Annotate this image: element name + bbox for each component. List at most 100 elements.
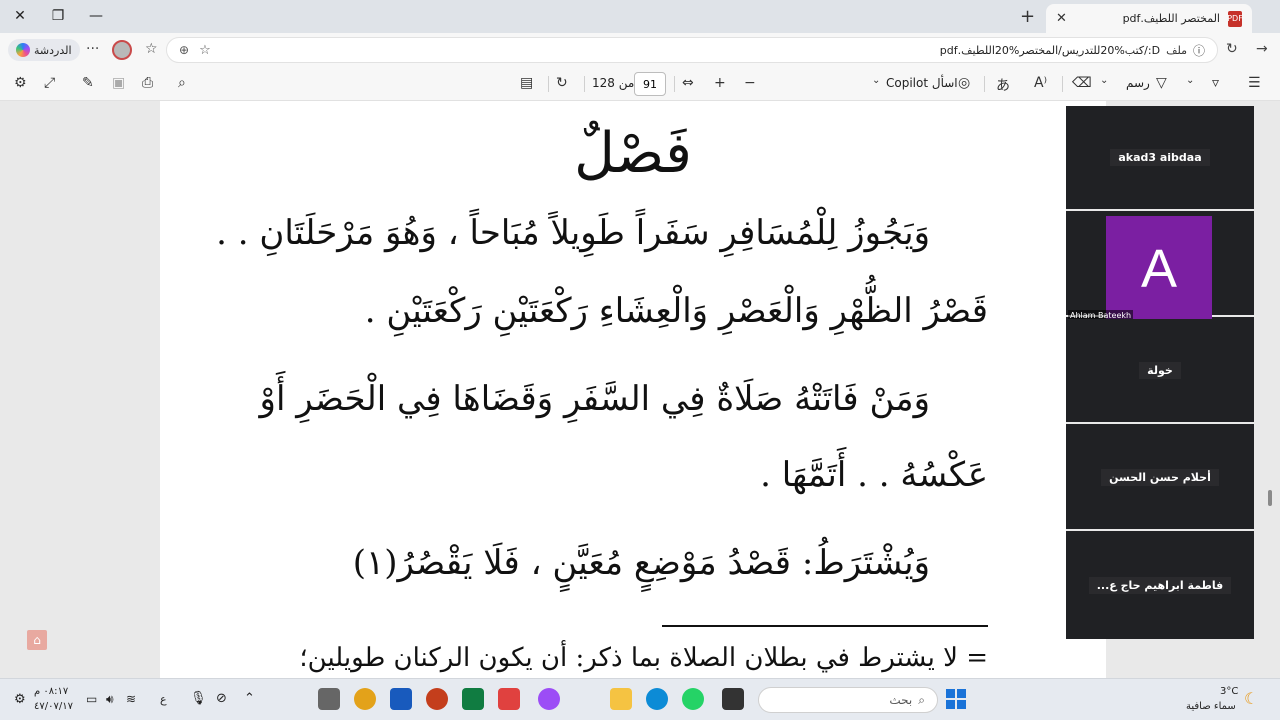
text-line: قَصْرُ الظُّهْرِ وَالْعَصْرِ وَالْعِشَاء… [364,291,988,331]
pdf-icon: PDF [1227,10,1243,27]
tab-title: المختصر اللطيف.pdf [1122,12,1220,25]
weather-temp[interactable]: 3°C [1220,686,1238,697]
footnote-divider [662,625,988,627]
copilot-icon: ◎ [958,75,971,91]
participant-tile[interactable]: فاطمة ابراهيم حاج ع... [1066,533,1254,638]
copilot-app-icon[interactable] [538,688,560,710]
copilot-icon [16,43,30,57]
chevron-down-icon[interactable]: ⌄ [872,75,880,86]
bookmark-star-icon[interactable]: ☆ [199,43,211,58]
page-number-input[interactable]: 91 [634,72,666,96]
powerpoint-icon[interactable] [426,688,448,710]
contents-icon[interactable]: ☰ [1248,75,1261,91]
battery-icon[interactable]: ▭ [86,692,97,706]
draw-button[interactable]: رسم [1126,76,1150,90]
pdf-app-icon: ⌂ [27,630,47,650]
participant-name: akad3 aibdaa [1110,149,1210,166]
rotate-icon[interactable]: ↻ [556,75,568,91]
participant-tile[interactable]: akad3 aibdaa [1066,106,1254,211]
chevron-down-icon[interactable]: ⌄ [1100,75,1108,86]
settings-app-icon[interactable] [318,688,340,710]
profile-avatar[interactable] [112,40,132,60]
page-view-icon[interactable]: ▤ [520,75,533,91]
new-tab-icon[interactable]: + [1020,6,1035,27]
copilot-ask-button[interactable]: اسأل Copilot [886,76,958,90]
zoom-out-button[interactable]: − [744,75,756,91]
weather-moon-icon[interactable]: ☾ [1244,689,1258,708]
zoom-app-icon[interactable] [498,688,520,710]
pdf-toolbar: ⚙ ⤢ ✎ ▣ ⎙ ⌕ ▤ ↻ من 128 91 ⇔ + − ⌄ اسأل C… [0,67,1280,101]
chat-label: الدردشة [34,43,72,57]
taskbar: ٠٨:١٧ م ٤٧/٠٧/١٧ ⚙ ▭ 🔊︎ ≋ ع 🎙︎ ⊘ ⌃ ⌕ بحث… [0,678,1280,720]
address-row: الدردشة ··· ☆ ⓘ ملف D:/كتب%20للتدريس/الم… [0,33,1280,67]
search-icon[interactable]: ⌕ [178,75,186,91]
save-icon[interactable]: ▣ [112,75,125,91]
favorites-icon[interactable]: ☆ [145,41,158,57]
fullscreen-icon[interactable]: ⤢ [44,75,55,91]
participant-avatar: A [1106,216,1212,321]
search-placeholder: بحث [889,693,913,707]
address-bar[interactable]: ⓘ ملف D:/كتب%20للتدريس/المختصر%20اللطيف.… [166,37,1218,63]
volume-icon[interactable]: 🔊︎ [106,692,114,707]
text-line: وَيُشْتَرَطُ: قَصْدُ مَوْضِعٍ مُعَيَّنٍ … [352,543,930,583]
fit-width-icon[interactable]: ⇔ [682,75,694,91]
browser-tab[interactable]: PDF المختصر اللطيف.pdf ✕ [1046,4,1252,33]
chrome-icon[interactable] [354,688,376,710]
chat-button[interactable]: الدردشة [8,39,80,61]
language-indicator[interactable]: ع [160,693,167,706]
draw-icon[interactable]: ▽ [1156,75,1167,91]
text-line: وَمَنْ فَاتَتْهُ صَلَاةٌ فِي السَّفَرِ و… [259,379,930,419]
clock-time[interactable]: ٠٨:١٧ م [34,686,68,697]
text-line: عَكْسُهُ . . أَتَمَّهَا . [760,455,988,495]
chevron-down-icon[interactable]: ⌄ [1186,75,1194,86]
participants-panel: akad3 aibdaa A Ahlam Bateekh خولة أحلام … [1066,106,1254,639]
participant-tile[interactable]: خولة [1066,319,1254,424]
print-icon[interactable]: ⎙ [142,75,153,91]
excel-icon[interactable] [462,688,484,710]
close-window-icon[interactable]: ✕ [4,4,36,28]
address-scheme-label: ملف [1166,43,1187,57]
text-line: وَيَجُوزُ لِلْمُسَافِرِ سَفَراً طَوِيلاً… [216,213,930,253]
save-as-icon[interactable]: ✎ [82,75,94,91]
participant-name: خولة [1139,362,1181,379]
weather-desc[interactable]: سماء صافية [1186,701,1236,712]
search-icon: ⌕ [918,692,925,707]
restore-window-icon[interactable]: ❐ [42,4,74,28]
highlight-icon[interactable]: ▿ [1212,75,1219,91]
settings-icon[interactable]: ⚙ [14,75,27,91]
refresh-icon[interactable]: ↻ [1226,41,1238,57]
more-options-icon[interactable]: ··· [86,41,99,57]
participant-name: فاطمة ابراهيم حاج ع... [1088,577,1232,594]
edge-icon[interactable] [646,688,668,710]
eraser-icon[interactable]: ⌫ [1072,75,1092,91]
minimize-window-icon[interactable]: — [80,4,112,28]
file-explorer-icon[interactable] [610,688,632,710]
microphone-icon[interactable]: 🎙︎ [190,691,207,706]
zoom-in-button[interactable]: + [714,75,726,91]
tab-close-icon[interactable]: ✕ [1056,11,1067,26]
settings-icon[interactable]: ⚙ [14,692,26,707]
chevron-up-icon[interactable]: ⌃ [244,691,255,706]
camera-off-icon[interactable]: ⊘ [216,691,227,706]
participant-tile[interactable]: أحلام حسن الحسن [1066,426,1254,531]
clock-date[interactable]: ٤٧/٠٧/١٧ [34,701,73,712]
translate-icon[interactable]: あ [996,75,1010,95]
scrollbar[interactable] [1266,100,1274,678]
wifi-icon[interactable]: ≋ [126,692,136,706]
pdf-page: فَصْلٌ وَيَجُوزُ لِلْمُسَافِرِ سَفَراً ط… [160,101,1106,678]
start-button[interactable] [946,689,966,709]
scrollbar-thumb[interactable] [1268,490,1272,506]
back-icon[interactable]: → [1256,41,1268,57]
participant-tile[interactable]: A Ahlam Bateekh [1066,212,1254,321]
zoom-icon[interactable]: ⊕ [179,43,189,57]
title-bar: ✕ ❐ — + PDF المختصر اللطيف.pdf ✕ [0,0,1280,33]
whatsapp-icon[interactable] [682,688,704,710]
search-input[interactable]: ⌕ بحث [758,687,938,713]
participant-name: أحلام حسن الحسن [1101,469,1219,486]
terminal-icon[interactable] [722,688,744,710]
address-url: D:/كتب%20للتدريس/المختصر%20اللطيف.pdf [939,43,1161,57]
word-icon[interactable] [390,688,412,710]
footnote-text: = لا يشترط في بطلان الصلاة بما ذكر: أن ي… [299,643,988,673]
info-icon[interactable]: ⓘ [1193,42,1205,59]
read-aloud-icon[interactable]: A⁾ [1034,75,1047,91]
